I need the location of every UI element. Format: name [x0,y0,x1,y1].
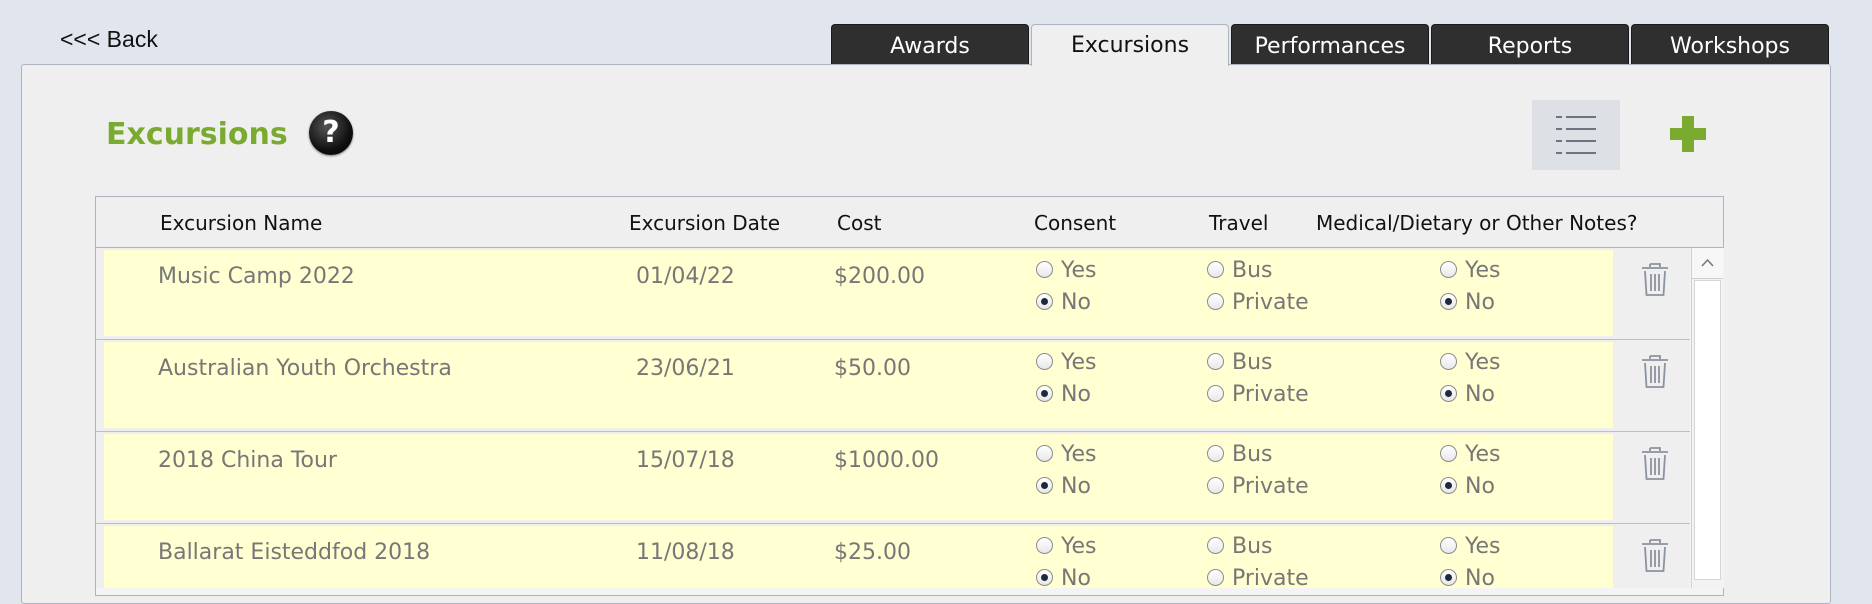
trash-icon[interactable] [1639,444,1671,482]
travel-private-radio[interactable]: Private [1207,566,1309,588]
back-link[interactable]: <<< Back [60,26,158,53]
notes-yes-radio[interactable]: Yes [1440,442,1501,467]
notes-no-radio[interactable]: No [1440,382,1495,407]
notes-yes-radio[interactable]: Yes [1440,258,1501,283]
tab-excursions[interactable]: Excursions [1031,24,1229,66]
scroll-thumb[interactable] [1694,280,1721,580]
travel-private-radio[interactable]: Private [1207,474,1309,499]
table-row: Music Camp 2022 01/04/22 $200.00 Yes No … [96,248,1690,340]
tab-reports[interactable]: Reports [1431,24,1629,64]
consent-yes-radio[interactable]: Yes [1036,534,1097,559]
add-excursion-button[interactable] [1668,114,1708,154]
list-view-icon [1556,116,1596,154]
page-title: Excursions [106,117,288,152]
table-scrollbar[interactable] [1691,248,1724,588]
table-row: Australian Youth Orchestra 23/06/21 $50.… [96,340,1690,432]
excursion-cost: $200.00 [834,264,925,289]
excursion-date: 15/07/18 [636,448,735,473]
chevron-up-icon [1701,258,1714,267]
header-consent[interactable]: Consent [1034,211,1116,235]
notes-yes-radio[interactable]: Yes [1440,350,1501,375]
consent-no-radio[interactable]: No [1036,474,1091,499]
consent-yes-radio[interactable]: Yes [1036,442,1097,467]
header-excursion-date[interactable]: Excursion Date [629,211,780,235]
table-body: Music Camp 2022 01/04/22 $200.00 Yes No … [96,248,1690,588]
tab-workshops[interactable]: Workshops [1631,24,1829,64]
notes-no-radio[interactable]: No [1440,474,1495,499]
tab-awards[interactable]: Awards [831,24,1029,64]
travel-bus-radio[interactable]: Bus [1207,258,1273,283]
consent-no-radio[interactable]: No [1036,382,1091,407]
help-icon[interactable]: ? [309,111,353,155]
consent-no-radio[interactable]: No [1036,566,1091,588]
tab-performances[interactable]: Performances [1231,24,1429,64]
travel-private-radio[interactable]: Private [1207,382,1309,407]
row-background [104,434,1613,520]
travel-bus-radio[interactable]: Bus [1207,442,1273,467]
table-header: Excursion Name Excursion Date Cost Conse… [96,197,1723,248]
scroll-up-button[interactable] [1692,248,1723,279]
excursion-date: 11/08/18 [636,540,735,565]
excursion-cost: $50.00 [834,356,911,381]
excursion-name[interactable]: 2018 China Tour [158,448,337,473]
header-cost[interactable]: Cost [837,211,881,235]
excursion-date: 01/04/22 [636,264,735,289]
excursion-date: 23/06/21 [636,356,735,381]
table-row: 2018 China Tour 15/07/18 $1000.00 Yes No… [96,432,1690,524]
header-notes[interactable]: Medical/Dietary or Other Notes? [1316,211,1637,235]
travel-bus-radio[interactable]: Bus [1207,350,1273,375]
plus-icon [1670,116,1706,152]
excursion-name[interactable]: Ballarat Eisteddfod 2018 [158,540,430,565]
table-row: Ballarat Eisteddfod 2018 11/08/18 $25.00… [96,524,1690,588]
excursion-cost: $25.00 [834,540,911,565]
header-excursion-name[interactable]: Excursion Name [160,211,322,235]
header-travel[interactable]: Travel [1209,211,1268,235]
row-background [104,250,1613,336]
travel-private-radio[interactable]: Private [1207,290,1309,315]
excursion-name[interactable]: Music Camp 2022 [158,264,355,289]
consent-yes-radio[interactable]: Yes [1036,258,1097,283]
trash-icon[interactable] [1639,260,1671,298]
notes-no-radio[interactable]: No [1440,290,1495,315]
notes-no-radio[interactable]: No [1440,566,1495,588]
consent-yes-radio[interactable]: Yes [1036,350,1097,375]
notes-yes-radio[interactable]: Yes [1440,534,1501,559]
row-background [104,342,1613,428]
trash-icon[interactable] [1639,352,1671,390]
excursion-cost: $1000.00 [834,448,939,473]
list-view-button[interactable] [1532,100,1620,170]
excursion-name[interactable]: Australian Youth Orchestra [158,356,452,381]
trash-icon[interactable] [1639,536,1671,574]
consent-no-radio[interactable]: No [1036,290,1091,315]
travel-bus-radio[interactable]: Bus [1207,534,1273,559]
